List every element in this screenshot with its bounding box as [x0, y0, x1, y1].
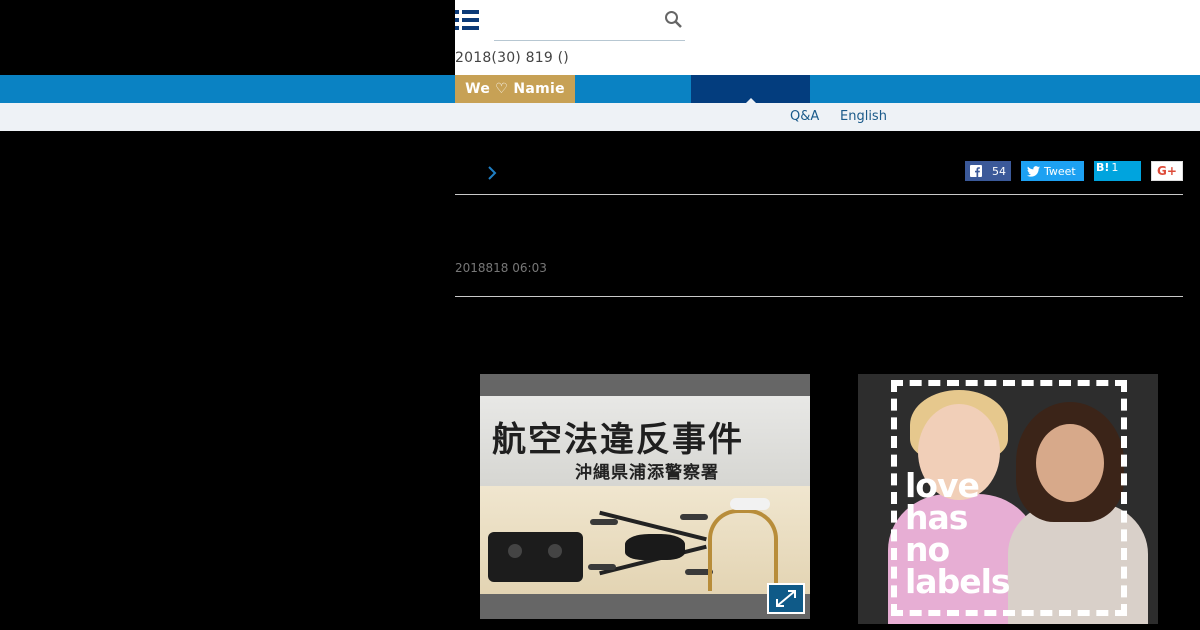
photo-banner-line2: 沖縄県浦添警察署	[575, 463, 719, 483]
article-timestamp: 2018818 06:03	[455, 261, 547, 275]
photo-banner-line1: 航空法違反事件	[492, 420, 744, 460]
drone-propeller	[680, 514, 708, 520]
divider-top	[455, 194, 1183, 195]
subnav-link-english[interactable]: English	[840, 109, 887, 124]
drone-propeller	[588, 564, 616, 570]
main-nav-bar	[0, 75, 1200, 103]
ad-slogan-line: labels	[905, 562, 1011, 601]
google-plus-icon: G+	[1157, 164, 1177, 178]
we-love-namie-button[interactable]: We ♡ Namie	[455, 75, 575, 103]
controller-stick	[508, 544, 522, 558]
date-line: 2018(30) 819 ()	[455, 50, 569, 66]
small-white-drone	[730, 498, 770, 510]
twitter-icon	[1027, 165, 1040, 177]
drone-body	[625, 534, 685, 560]
sub-nav-bar	[0, 103, 1200, 131]
divider-bottom	[455, 296, 1183, 297]
hatena-bookmark-button[interactable]: B! 1	[1094, 161, 1141, 181]
facebook-share-button[interactable]: 54	[965, 161, 1011, 181]
google-plus-button[interactable]: G+	[1151, 161, 1183, 181]
expand-photo-button[interactable]	[767, 583, 805, 614]
advertisement-image[interactable]: love has no labels	[858, 374, 1158, 624]
facebook-icon	[970, 165, 982, 177]
drone-controller	[488, 532, 583, 582]
hatena-bookmark-icon: B!	[1096, 161, 1110, 174]
expand-icon	[776, 590, 796, 607]
ad-slogan: love has no labels	[905, 469, 1011, 601]
drone-propeller	[590, 519, 618, 525]
menu-icon[interactable]	[455, 9, 479, 31]
search-icon[interactable]	[664, 10, 683, 29]
subnav-link-qa[interactable]: Q&A	[790, 109, 819, 124]
article-photo[interactable]: 航空法違反事件 沖縄県浦添警察署	[480, 374, 810, 619]
drone-stand	[708, 509, 778, 591]
hatena-bookmark-count: 1	[1111, 161, 1119, 174]
search-input[interactable]	[494, 0, 685, 41]
tweet-button[interactable]: Tweet	[1021, 161, 1084, 181]
facebook-share-count: 54	[992, 164, 1006, 178]
tweet-label: Tweet	[1044, 164, 1076, 178]
chevron-right-icon[interactable]	[486, 165, 498, 181]
controller-stick	[548, 544, 562, 558]
